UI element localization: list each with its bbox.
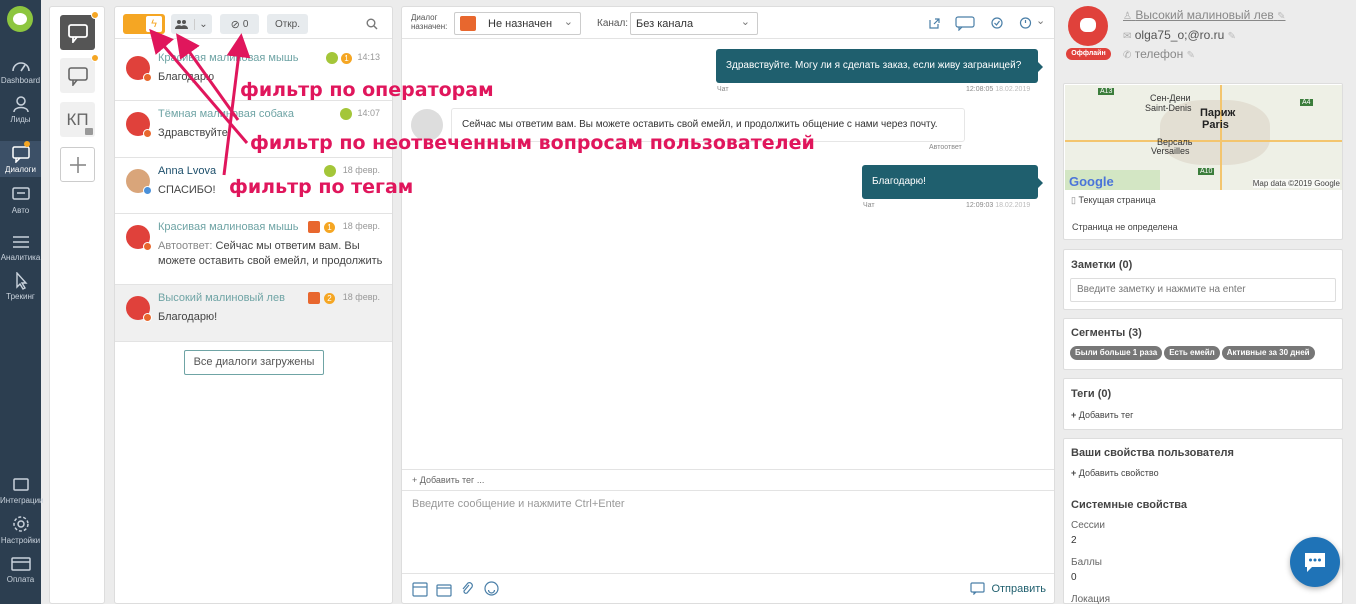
annotation-tags: фильтр по тегам (229, 176, 414, 198)
annotation-operators: фильтр по операторам (240, 79, 494, 101)
arrow-tags (222, 33, 251, 176)
annotation-unanswered: фильтр по неотвеченным вопросам пользова… (250, 132, 815, 154)
arrow-operators (176, 33, 240, 121)
annotation-arrows (149, 28, 251, 176)
